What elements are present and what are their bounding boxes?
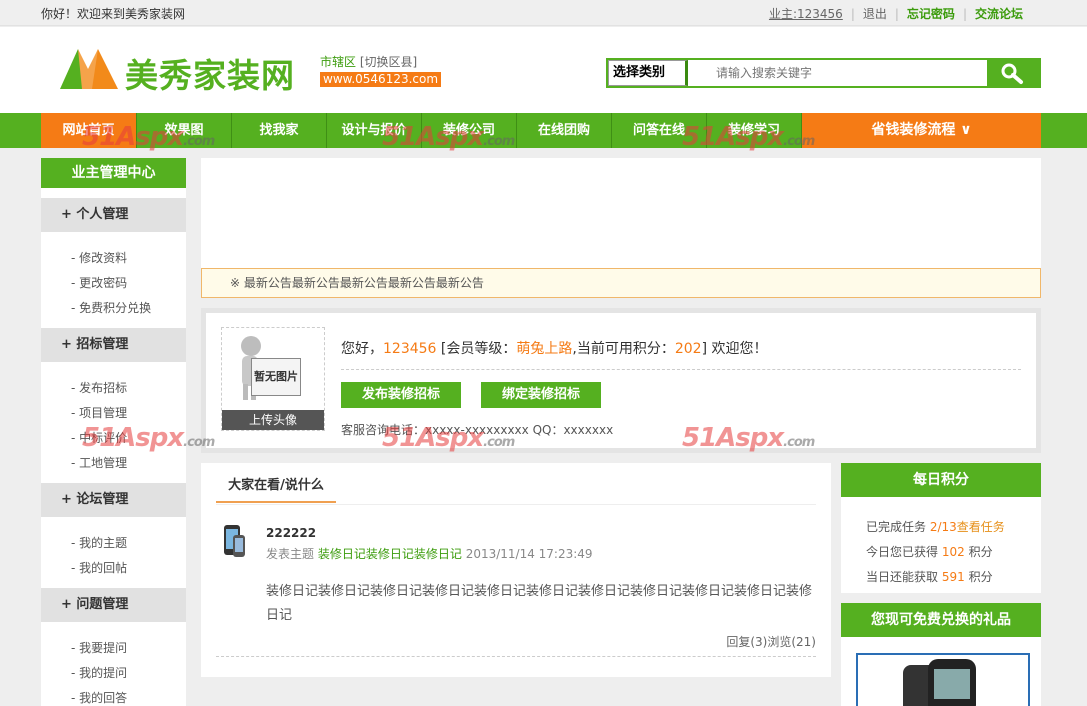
profile-card: 暂无图片 上传头像 您好，123456 [会员等级：萌兔上路,当前可用积分：20… xyxy=(201,308,1041,453)
gifts-box: 您现可免费兑换的礼品 xyxy=(841,603,1041,706)
points-unit: 积分 xyxy=(968,570,993,584)
announcement-bar[interactable]: ※ 最新公告最新公告最新公告最新公告最新公告 xyxy=(201,268,1041,298)
divider xyxy=(216,504,816,505)
sidebar-link-project-manage[interactable]: - 项目管理 xyxy=(71,404,127,421)
logo-text[interactable]: 美秀家装网 xyxy=(125,49,295,97)
nav-item-design-quote[interactable]: 设计与报价 xyxy=(326,113,421,148)
sidebar-link-change-password[interactable]: - 更改密码 xyxy=(71,274,127,291)
bind-tender-button[interactable]: 绑定装修招标 xyxy=(481,382,601,408)
post-body: 装修日记装修日记装修日记装修日记装修日记装修日记装修日记装修日记装修日记装修日记… xyxy=(266,584,813,623)
forum-link[interactable]: 交流论坛 xyxy=(967,5,1031,22)
upload-avatar-button[interactable]: 上传头像 xyxy=(222,410,324,430)
nav-item-qa[interactable]: 问答在线 xyxy=(611,113,706,148)
gifts-title: 您现可免费兑换的礼品 xyxy=(841,603,1041,637)
sidebar-link-my-replies[interactable]: - 我的回帖 xyxy=(71,559,127,576)
post-prefix: 发表主题 xyxy=(266,547,315,561)
main-nav: 网站首页 效果图 找我家 设计与报价 装修公司 在线团购 问答在线 装修学习 省… xyxy=(0,113,1087,148)
site-domain: www.0546123.com xyxy=(320,72,442,87)
gift-image[interactable] xyxy=(856,653,1030,706)
welcome-text: 你好！欢迎来到美秀家装网 xyxy=(41,7,186,21)
sidebar-link-my-questions[interactable]: - 我的提问 xyxy=(71,664,127,681)
publish-tender-button[interactable]: 发布装修招标 xyxy=(341,382,461,408)
sidebar-group-forum[interactable]: + 论坛管理 xyxy=(41,483,186,517)
top-bar: 你好！欢迎来到美秀家装网 业主:123456 | 退出 | 忘记密码 | 交流论坛 xyxy=(0,0,1087,26)
region-selector[interactable]: 市辖区 [切换区县] xyxy=(320,53,417,70)
greeting-suffix: ] 欢迎您！ xyxy=(701,341,768,357)
region-name: 市辖区 xyxy=(320,55,357,69)
nav-item-process[interactable]: 省钱装修流程 ∨ xyxy=(801,113,1041,148)
today-points-line: 今日您已获得 102 积分 xyxy=(866,543,993,560)
logo-icon[interactable] xyxy=(60,47,120,89)
available-points: 202 xyxy=(674,341,702,357)
sidebar-link-bid-review[interactable]: - 中标评价 xyxy=(71,429,127,446)
nav-item-home[interactable]: 网站首页 xyxy=(41,113,136,148)
search-category-select[interactable]: 选择类别 xyxy=(608,60,688,86)
post-meta: 发表主题 装修日记装修日记装修日记 2013/11/14 17:23:49 xyxy=(266,545,593,562)
points-prefix: ,当前可用积分： xyxy=(572,341,675,357)
activity-feed: 大家在看/说什么 222222 发表主题 装修日记装修日记装修日记 2013/1… xyxy=(201,463,831,677)
sidebar-link-ask[interactable]: - 我要提问 xyxy=(71,639,127,656)
user-link[interactable]: 业主:123456 xyxy=(761,5,851,22)
header: 美秀家装网 市辖区 [切换区县] www.0546123.com 选择类别 xyxy=(0,27,1087,113)
top-links: 业主:123456 | 退出 | 忘记密码 | 交流论坛 xyxy=(761,5,1031,22)
search-icon xyxy=(1001,63,1023,84)
daily-points-title: 每日积分 xyxy=(841,463,1041,497)
remaining-points-line: 当日还能获取 591 积分 xyxy=(866,568,993,585)
sidebar-title: 业主管理中心 xyxy=(41,158,186,188)
username: 123456 xyxy=(383,341,437,357)
nav-item-companies[interactable]: 装修公司 xyxy=(421,113,516,148)
forgot-password-link[interactable]: 忘记密码 xyxy=(899,5,963,22)
view-tasks-link[interactable]: 查看任务 xyxy=(957,520,1005,534)
greeting-text: 您好，123456 [会员等级：萌兔上路,当前可用积分：202] 欢迎您！ xyxy=(341,338,767,358)
post-stats: 回复(3)浏览(21) xyxy=(726,635,816,649)
tasks-done-line: 已完成任务 2/13查看任务 xyxy=(866,518,1005,535)
banner-area xyxy=(201,158,1041,268)
level-prefix: [会员等级： xyxy=(436,341,517,357)
today-points-label: 今日您已获得 xyxy=(866,545,939,559)
avatar[interactable]: 暂无图片 上传头像 xyxy=(221,327,325,431)
divider xyxy=(341,369,1021,370)
sidebar-link-edit-profile[interactable]: - 修改资料 xyxy=(71,249,127,266)
sidebar-link-my-answers[interactable]: - 我的回答 xyxy=(71,689,127,706)
today-points-value: 102 xyxy=(941,545,965,559)
search-bar: 选择类别 xyxy=(606,58,1041,88)
post-time: 2013/11/14 17:23:49 xyxy=(465,547,593,561)
profile-card-inner: 暂无图片 上传头像 您好，123456 [会员等级：萌兔上路,当前可用积分：20… xyxy=(206,313,1036,448)
tasks-done-value: 2/13 xyxy=(929,520,957,534)
sidebar-link-my-topics[interactable]: - 我的主题 xyxy=(71,534,127,551)
post-author[interactable]: 222222 xyxy=(266,526,316,540)
tab-activity[interactable]: 大家在看/说什么 xyxy=(216,475,336,503)
nav-item-learning[interactable]: 装修学习 xyxy=(706,113,801,148)
remaining-points-label: 当日还能获取 xyxy=(866,570,939,584)
user-avatar-phone-icon[interactable] xyxy=(221,523,247,559)
sidebar-link-site-manage[interactable]: - 工地管理 xyxy=(71,454,127,471)
search-input[interactable] xyxy=(708,62,988,84)
service-contact: 客服咨询电话：xxxxx-xxxxxxxxx QQ：xxxxxxx xyxy=(341,423,614,437)
sidebar-group-tender[interactable]: + 招标管理 xyxy=(41,328,186,362)
sidebar: 业主管理中心 + 个人管理 - 修改资料 - 更改密码 - 免费积分兑换 + 招… xyxy=(41,158,186,706)
points-unit: 积分 xyxy=(968,545,993,559)
sidebar-link-points-exchange[interactable]: - 免费积分兑换 xyxy=(71,299,151,316)
member-level: 萌兔上路 xyxy=(516,341,573,357)
nav-item-find-home[interactable]: 找我家 xyxy=(231,113,326,148)
remaining-points-value: 591 xyxy=(941,570,965,584)
logout-link[interactable]: 退出 xyxy=(855,5,895,22)
divider xyxy=(216,656,816,657)
nav-item-group-buy[interactable]: 在线团购 xyxy=(516,113,611,148)
post-title-link[interactable]: 装修日记装修日记装修日记 xyxy=(318,547,462,561)
phone-gift-icon xyxy=(903,659,976,706)
daily-points-box: 每日积分 已完成任务 2/13查看任务 今日您已获得 102 积分 当日还能获取… xyxy=(841,463,1041,593)
nav-item-renderings[interactable]: 效果图 xyxy=(136,113,231,148)
sidebar-group-personal[interactable]: + 个人管理 xyxy=(41,198,186,232)
sidebar-group-questions[interactable]: + 问题管理 xyxy=(41,588,186,622)
search-button[interactable] xyxy=(987,58,1041,88)
no-image-label: 暂无图片 xyxy=(251,358,301,396)
tasks-done-label: 已完成任务 xyxy=(866,520,927,534)
sidebar-link-publish-tender[interactable]: - 发布招标 xyxy=(71,379,127,396)
greeting-prefix: 您好， xyxy=(341,341,383,357)
region-switch-link[interactable]: [切换区县] xyxy=(360,55,417,69)
